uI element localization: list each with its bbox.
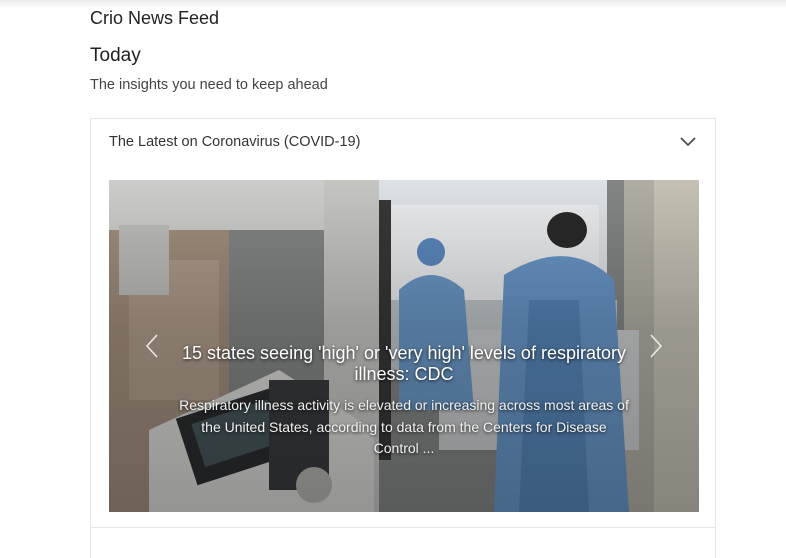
chevron-down-icon[interactable] <box>679 133 697 151</box>
slide-summary: Respiratory illness activity is elevated… <box>179 397 629 456</box>
chevron-left-icon[interactable] <box>141 330 165 362</box>
panel-title: The Latest on Coronavirus (COVID-19) <box>109 134 361 150</box>
chevron-right-icon[interactable] <box>643 330 667 362</box>
slide-caption: 15 states seeing 'high' or 'very high' l… <box>179 343 629 460</box>
top-edge-shadow <box>0 0 786 8</box>
section-title: Today <box>90 45 141 66</box>
app-title: Crio News Feed <box>90 8 220 28</box>
section-subtitle: The insights you need to keep ahead <box>90 77 328 93</box>
news-carousel[interactable]: 15 states seeing 'high' or 'very high' l… <box>109 180 699 512</box>
covid-news-panel-header[interactable]: The Latest on Coronavirus (COVID-19) <box>91 119 715 165</box>
slide-headline[interactable]: 15 states seeing 'high' or 'very high' l… <box>179 343 629 385</box>
covid-news-panel: The Latest on Coronavirus (COVID-19) 15 … <box>90 118 716 558</box>
next-panel-edge <box>90 527 716 538</box>
